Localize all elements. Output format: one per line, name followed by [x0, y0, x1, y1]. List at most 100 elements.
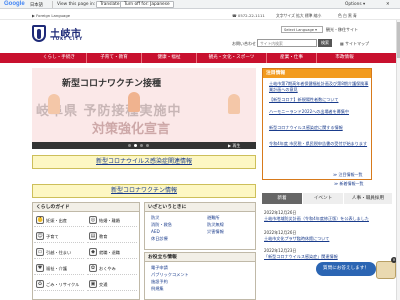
emergency-link[interactable]: 防災無線	[207, 222, 224, 228]
tab-new[interactable]: 新着	[262, 193, 302, 204]
funeral-icon: ✿	[89, 264, 97, 272]
phone-number: ☎ 0572-22-1111	[232, 13, 265, 18]
useful-link[interactable]: 施設予約	[151, 279, 168, 285]
person-illustration	[48, 94, 60, 114]
life-guide-label: 結婚・離婚	[99, 218, 120, 223]
truck-icon: ▭	[36, 248, 44, 256]
emergency-link[interactable]: AED	[151, 229, 160, 234]
slide-dot[interactable]	[128, 144, 131, 147]
news-title[interactable]: 土岐市文化プラザ臨時休館について	[264, 236, 374, 242]
useful-info-panel: お役立ち情報 電子申請 パブリックコメント 施設予約 例規集	[144, 252, 256, 300]
bus-icon: ▣	[89, 280, 97, 288]
city-logo-icon[interactable]	[32, 25, 46, 42]
attention-item[interactable]: ハーモニーランド2022への出場者を募集中	[269, 109, 369, 115]
slide-dot[interactable]	[140, 144, 143, 147]
attention-item[interactable]: 新型コロナウイルス感染症に関する情報	[269, 125, 369, 131]
banner-slideshow[interactable]: 新型コロナワクチン接種 岐阜県 予防接種実施中 対策強化宣言	[32, 68, 256, 142]
emergency-link[interactable]: 休日診療	[151, 236, 168, 242]
nav-shisei[interactable]: 市政情報	[317, 53, 372, 63]
sitemap-label: サイトマップ	[345, 41, 370, 46]
life-guide-title: くらしのガイド	[33, 203, 139, 212]
person-illustration	[128, 92, 140, 112]
life-guide-item[interactable]: ✿ おくやみ	[87, 261, 137, 275]
emergency-link[interactable]: 防災	[151, 215, 159, 221]
tourism-link[interactable]: 観光・移住サイト	[326, 27, 358, 33]
turn-off-button[interactable]: Turn off for: Japanese	[120, 1, 174, 8]
attention-item[interactable]: 土岐市第7期高年者保健福祉計画及び第8期介護保険事業計画への意見	[269, 81, 369, 93]
life-guide-item[interactable]: ◎ 結婚・離婚	[87, 213, 137, 227]
news-title[interactable]: 土岐市地域防災計画（令和4年度修正版）を公表しました	[264, 216, 374, 222]
life-guide-item[interactable]: ▭ 引越・住まい	[34, 245, 84, 259]
life-guide-label: ごみ・リサイクル	[46, 282, 80, 287]
emergency-link[interactable]: 災害情報	[207, 229, 224, 235]
font-size-control[interactable]: 文字サイズ 拡大 標準 縮小	[276, 13, 321, 19]
slide-dot[interactable]	[146, 144, 149, 147]
life-guide-label: 福祉・介護	[46, 266, 67, 271]
life-guide-item[interactable]: ♻ ごみ・リサイクル	[34, 277, 84, 291]
color-control[interactable]: 色 白 黒 青	[338, 13, 357, 19]
emergency-panel: いざというときに 防災 消防・救急 AED 休日診療 避難所 防災無線 災害情報	[144, 202, 256, 250]
nav-kenko[interactable]: 健康・福祉	[142, 53, 197, 63]
life-guide-label: 交通	[99, 282, 108, 287]
care-icon: ♥	[36, 264, 44, 272]
slide-dot-active[interactable]	[134, 144, 137, 147]
attention-item[interactable]: 令和4年度 市民税・県民税申告書の受付が始まります	[269, 141, 369, 147]
news-tabs: 新着 イベント 人事・職員採用	[262, 193, 398, 204]
life-guide-label: 妊娠・出産	[46, 218, 67, 223]
sitemap-link[interactable]: ▦ サイトマップ	[340, 41, 369, 47]
close-icon[interactable]: ✕	[386, 2, 390, 7]
life-guide-item[interactable]: ☺ 子育て	[34, 229, 84, 243]
nav-kanko[interactable]: 観光・文化・スポーツ	[197, 53, 267, 63]
useful-link[interactable]: パブリックコメント	[151, 272, 189, 278]
life-guide-item[interactable]: ◆ 就職・退職	[87, 245, 137, 259]
options-button[interactable]: Options ▾	[345, 2, 365, 7]
play-button[interactable]: ▶ 再生	[228, 143, 240, 149]
foreign-language-link[interactable]: ▶ Foreign Language	[32, 13, 70, 18]
useful-info-title: お役立ち情報	[145, 253, 255, 262]
life-guide-item[interactable]: ♥ 福祉・介護	[34, 261, 84, 275]
search-button[interactable]: 検索	[318, 39, 332, 47]
life-guide-item[interactable]: 👶 妊娠・出産	[34, 213, 84, 227]
life-guide-item[interactable]: ▤ 教育	[87, 229, 137, 243]
search-placeholder: サイト内検索	[260, 41, 283, 46]
news-item: 2022年12月26日 土岐市地域防災計画（令和4年度修正版）を公表しました	[264, 210, 374, 222]
chatbot-icon[interactable]	[376, 261, 396, 279]
attention-more-link[interactable]: ≫ 注目情報一覧	[333, 172, 362, 178]
vaccine-info-link[interactable]: 新型コロナワクチン情報	[32, 184, 256, 198]
useful-link[interactable]: 電子申請	[151, 265, 168, 271]
news-list-link[interactable]: ≫ 新着情報一覧	[334, 181, 363, 187]
google-translate-select[interactable]: Select Language ▾	[281, 26, 323, 33]
contact-link[interactable]: お問い合わせ	[232, 41, 256, 47]
emergency-title: いざというときに	[145, 203, 255, 212]
scrollbar[interactable]	[396, 20, 400, 300]
life-guide-item[interactable]: ▣ 交通	[87, 277, 137, 291]
news-item: 2022年12月23日 「新型コロナウイルス感染症」関連情報	[264, 248, 374, 260]
ring-icon: ◎	[89, 216, 97, 224]
attention-panel: 注目情報 土岐市第7期高年者保健福祉計画及び第8期介護保険事業計画への意見 【新…	[262, 68, 372, 180]
lang-label[interactable]: 日本語	[30, 2, 43, 8]
life-guide-label: おくやみ	[99, 266, 116, 271]
corona-info-link[interactable]: 新型コロナウイルス感染症関連情報	[32, 155, 256, 169]
news-item: 2022年12月26日 土岐市文化プラザ臨時休館について	[264, 230, 374, 242]
view-page-label: View this page in:	[57, 2, 96, 7]
emergency-link[interactable]: 避難所	[207, 215, 220, 221]
emergency-link[interactable]: 消防・救急	[151, 222, 172, 228]
nav-kosodate[interactable]: 子育て・教育	[87, 53, 142, 63]
attention-item[interactable]: 【新型コロナ】新規陽性者数について	[269, 97, 369, 103]
work-icon: ◆	[89, 248, 97, 256]
slideshow-controls: ▶ 再生	[32, 142, 256, 149]
tab-event[interactable]: イベント	[303, 193, 343, 204]
tab-hr[interactable]: 人事・職員採用	[344, 193, 392, 204]
news-title[interactable]: 「新型コロナウイルス感染症」関連情報	[264, 254, 374, 260]
nav-kurashi[interactable]: くらし・手続き	[32, 53, 87, 63]
book-icon: ▤	[89, 232, 97, 240]
banner-line1: 新型コロナワクチン接種	[62, 79, 162, 89]
site-subtitle: TOKI CITY	[52, 36, 84, 41]
useful-link[interactable]: 例規集	[151, 286, 164, 292]
attention-title: 注目情報	[263, 69, 371, 78]
divider	[52, 1, 53, 8]
search-input[interactable]: サイト内検索	[257, 39, 317, 47]
nav-sangyo[interactable]: 産業・仕事	[267, 53, 317, 63]
banner-line3: 対策強化宣言	[92, 122, 171, 137]
chatbot-prompt[interactable]: 質問にお答えします！	[316, 262, 376, 276]
